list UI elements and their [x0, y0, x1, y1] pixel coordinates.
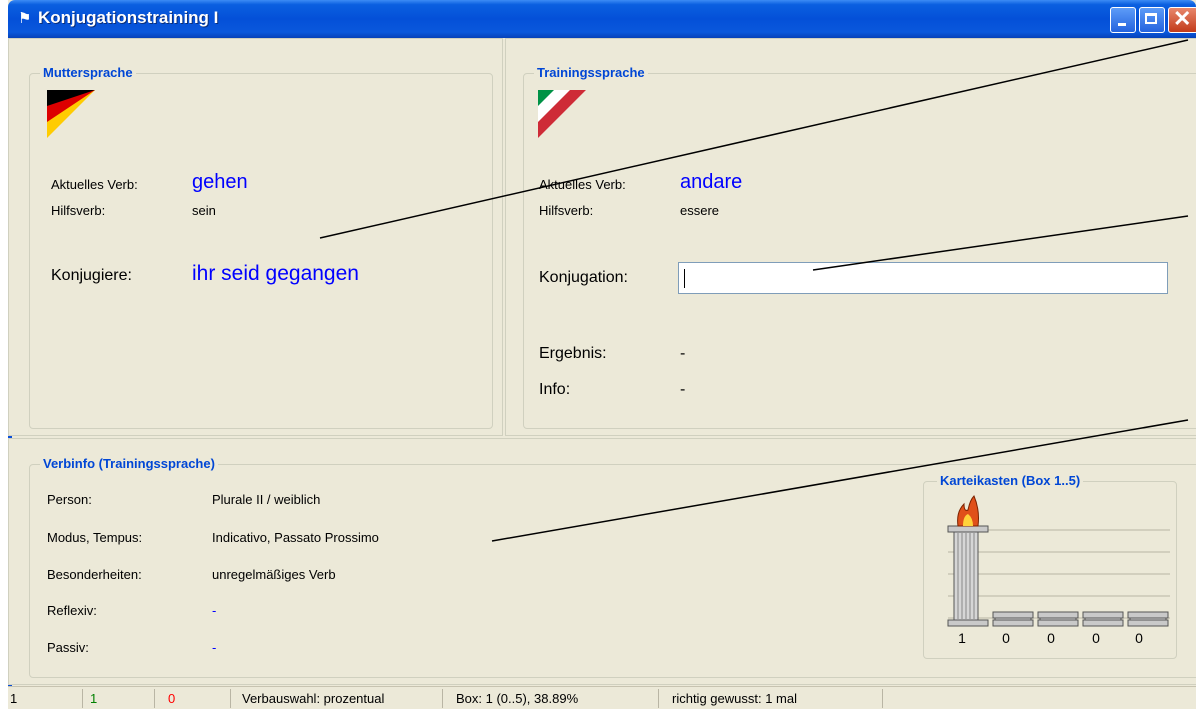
annotation-lines — [319, 39, 1189, 542]
status-verb-selection: Verbauswahl: prozentual — [242, 689, 443, 708]
status-cell-correct: 1 — [90, 689, 155, 708]
status-correct-count: richtig gewusst: 1 mal — [672, 689, 883, 708]
status-box-info: Box: 1 (0..5), 38.89% — [456, 689, 659, 708]
application-window: ⚑ Konjugationstraining I ✕ Muttersprache… — [8, 0, 1196, 709]
status-cell-1: 1 — [8, 689, 83, 708]
status-cell-wrong: 0 — [168, 689, 231, 708]
status-bar: 1 1 0 Verbauswahl: prozentual Box: 1 (0.… — [8, 686, 1196, 709]
